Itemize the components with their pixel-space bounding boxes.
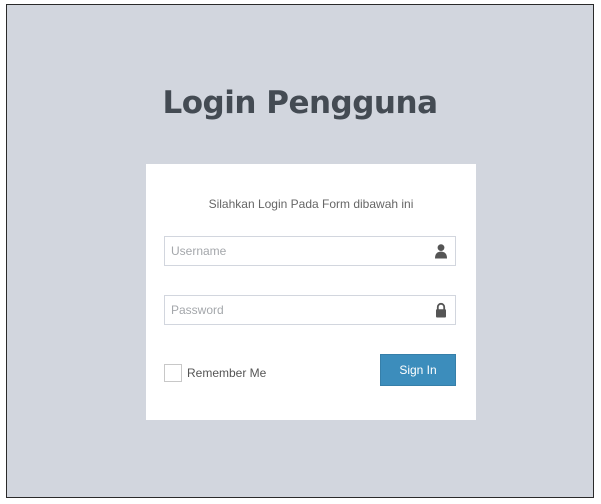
page-title: Login Pengguna (162, 85, 438, 121)
password-input[interactable] (165, 296, 421, 324)
remember-me-checkbox[interactable] (164, 364, 182, 382)
login-box: Silahkan Login Pada Form dibawah ini Rem… (146, 164, 476, 420)
user-icon (435, 244, 447, 259)
page-frame: Login Pengguna Silahkan Login Pada Form … (6, 4, 594, 498)
login-box-message: Silahkan Login Pada Form dibawah ini (208, 197, 414, 211)
remember-me[interactable]: Remember Me (164, 361, 266, 385)
password-field[interactable] (164, 295, 456, 325)
lock-icon (436, 302, 446, 318)
remember-me-label: Remember Me (187, 366, 267, 380)
username-input[interactable] (165, 237, 421, 265)
username-field[interactable] (164, 236, 456, 266)
sign-in-button[interactable]: Sign In (380, 354, 456, 386)
